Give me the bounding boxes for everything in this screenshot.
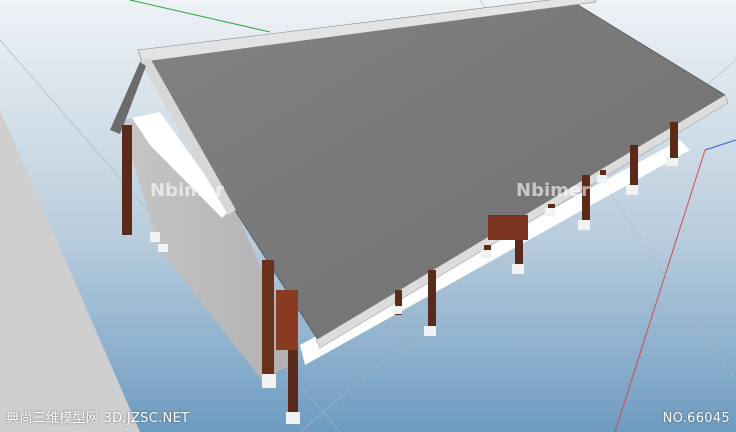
lattice-window xyxy=(276,290,298,350)
column-base xyxy=(512,264,524,274)
brand-watermark: Nbimer xyxy=(516,180,590,201)
model-number-watermark: NO.66045 xyxy=(662,411,730,426)
column-base xyxy=(666,158,678,166)
column[interactable] xyxy=(630,145,638,190)
column-base xyxy=(481,250,491,258)
site-watermark: 典尚三维模型网 3D.JZSC.NET xyxy=(6,411,190,426)
column-base xyxy=(424,326,436,336)
column-base xyxy=(545,208,555,216)
column[interactable] xyxy=(122,125,132,235)
column-base xyxy=(286,412,300,424)
sketchup-viewport[interactable]: Nbimer Nbimer 典尚三维模型网 3D.JZSC.NET NO.660… xyxy=(0,0,736,432)
lattice-window xyxy=(488,215,528,240)
column-base xyxy=(262,374,276,388)
column[interactable] xyxy=(262,260,274,380)
column[interactable] xyxy=(670,122,678,162)
column[interactable] xyxy=(428,270,436,330)
column-base xyxy=(578,220,590,230)
column-base xyxy=(150,232,160,242)
column-base xyxy=(158,244,168,252)
column-base xyxy=(626,185,638,195)
3d-model-canvas[interactable]: Nbimer Nbimer xyxy=(0,0,736,432)
column-base xyxy=(597,175,607,183)
column-base xyxy=(392,306,402,314)
brand-watermark: Nbimer xyxy=(150,180,224,201)
